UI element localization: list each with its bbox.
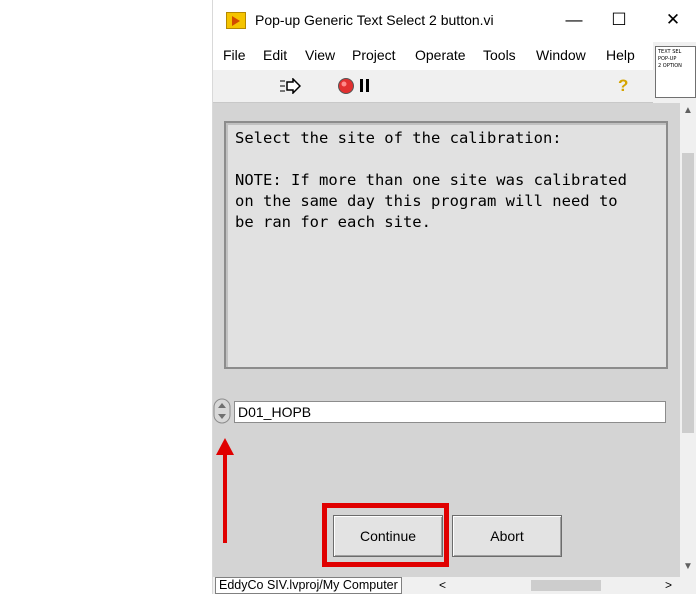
pause-icon[interactable] <box>359 79 371 93</box>
abort-stop-icon[interactable] <box>337 77 355 95</box>
vertical-scroll-thumb[interactable] <box>682 153 694 433</box>
site-ring-selector[interactable]: D01_HOPB <box>234 401 666 423</box>
red-annotation-arrow-icon <box>216 438 234 543</box>
front-panel: Select the site of the calibration: NOTE… <box>213 103 680 577</box>
connector-pane-icon[interactable]: TEXT SEL POP-UP 2 OPTION <box>655 46 696 98</box>
scroll-right-icon[interactable]: > <box>665 577 672 594</box>
menu-help[interactable]: Help <box>606 47 635 63</box>
scroll-up-icon[interactable]: ▲ <box>680 103 696 119</box>
menu-window[interactable]: Window <box>536 47 586 63</box>
menu-tools[interactable]: Tools <box>483 47 516 63</box>
context-help-icon[interactable]: ? <box>618 76 628 96</box>
status-bar: EddyCo SIV.lvproj/My Computer < > <box>213 577 696 594</box>
labview-vi-icon <box>226 12 246 29</box>
title-bar[interactable]: Pop-up Generic Text Select 2 button.vi —… <box>213 0 696 42</box>
message-text: Select the site of the calibration: NOTE… <box>235 129 627 231</box>
menu-bar: File Edit View Project Operate Tools Win… <box>213 42 653 70</box>
vertical-scrollbar[interactable]: ▲ ▼ <box>680 103 696 577</box>
connector-line: 2 OPTION <box>658 63 682 69</box>
close-button[interactable]: ✕ <box>658 8 688 32</box>
connector-line: POP-UP <box>658 56 677 62</box>
connector-line: TEXT SEL <box>658 49 682 55</box>
menu-project[interactable]: Project <box>352 47 396 63</box>
minimize-button[interactable]: — <box>559 8 589 32</box>
ring-increment-decrement-icon[interactable] <box>213 398 233 424</box>
vi-window: Pop-up Generic Text Select 2 button.vi —… <box>213 0 696 594</box>
window-title: Pop-up Generic Text Select 2 button.vi <box>255 12 494 28</box>
horizontal-scroll-thumb[interactable] <box>531 580 601 591</box>
menu-view[interactable]: View <box>305 47 335 63</box>
menu-edit[interactable]: Edit <box>263 47 287 63</box>
maximize-button[interactable]: ☐ <box>604 8 634 32</box>
abort-button[interactable]: Abort <box>452 515 562 557</box>
scroll-down-icon[interactable]: ▼ <box>680 559 696 575</box>
toolbar: ? <box>213 70 653 103</box>
message-indicator: Select the site of the calibration: NOTE… <box>224 121 668 369</box>
run-arrow-icon[interactable] <box>279 78 301 94</box>
red-highlight-box <box>322 503 449 567</box>
scroll-left-icon[interactable]: < <box>439 577 446 594</box>
left-blank-pane <box>0 0 213 594</box>
menu-file[interactable]: File <box>223 47 246 63</box>
project-path-label[interactable]: EddyCo SIV.lvproj/My Computer <box>215 577 402 594</box>
menu-operate[interactable]: Operate <box>415 47 466 63</box>
